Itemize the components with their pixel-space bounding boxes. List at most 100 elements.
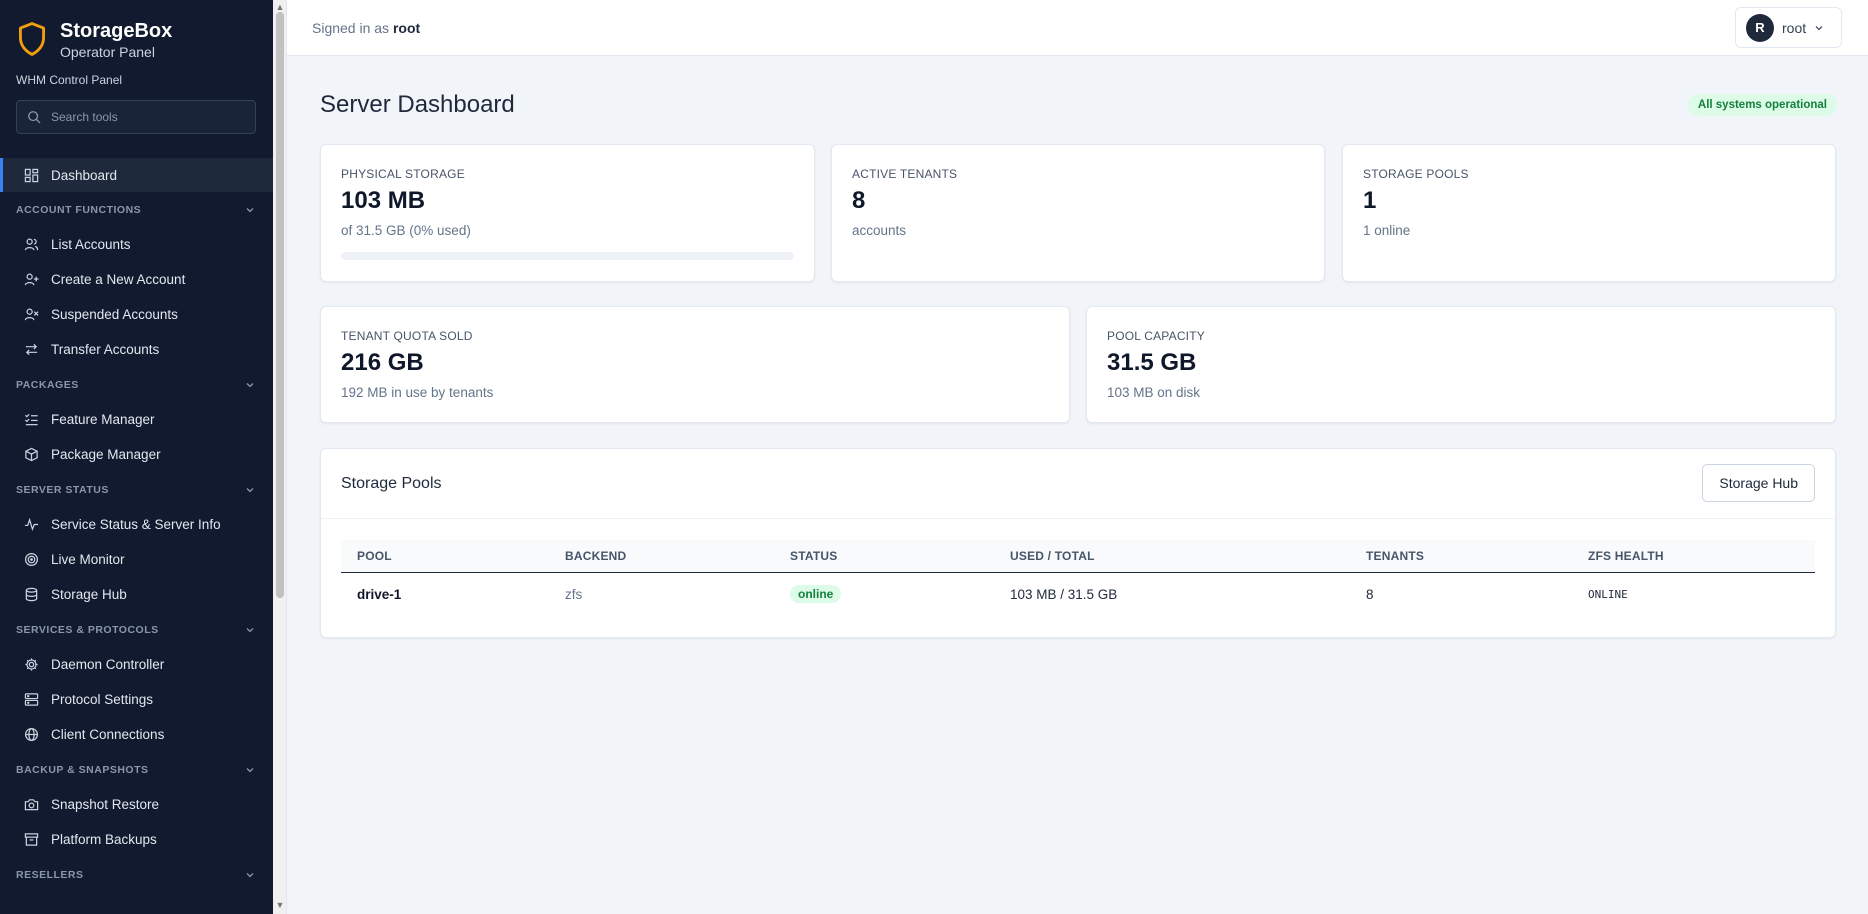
panel-tagline: WHM Control Panel [16,73,123,87]
signed-in-username: root [392,20,421,36]
search-box[interactable] [16,100,256,134]
section-resellers[interactable]: RESELLERS [0,857,273,892]
section-label: PACKAGES [16,378,79,391]
brand[interactable]: StorageBox Operator Panel [16,18,172,60]
chevron-down-icon [246,487,254,492]
storage-hub-button[interactable]: Storage Hub [1702,464,1815,502]
card-subtext: of 31.5 GB (0% used) [341,223,471,238]
sidebar-item-transfer-accounts[interactable]: Transfer Accounts [0,332,273,367]
sidebar-item-feature-manager[interactable]: Feature Manager [0,402,273,437]
section-account-functions[interactable]: ACCOUNT FUNCTIONS [0,192,273,227]
card-label: PHYSICAL STORAGE [341,167,465,181]
chevron-down-icon [246,382,254,387]
column-header-pool[interactable]: POOL [341,540,549,573]
dashboard-grid-icon [24,168,39,182]
sidebar-item-suspended-accounts[interactable]: Suspended Accounts [0,297,273,332]
database-icon [25,587,38,602]
chevron-down-icon [246,627,254,632]
sidebar-item-label: Daemon Controller [51,657,165,672]
sidebar-item-daemon-controller[interactable]: Daemon Controller [0,647,273,682]
sidebar-scrollbar[interactable]: ▲ ▼ [273,0,287,914]
section-services-protocols[interactable]: SERVICES & PROTOCOLS [0,612,273,647]
column-header-status[interactable]: STATUS [774,540,994,573]
checklist-icon [24,413,38,426]
chevron-down-icon [246,872,254,877]
activity-pulse-icon [24,517,39,532]
panel-title: Storage Pools [341,475,442,492]
globe-icon [24,727,39,742]
sidebar-item-storage-hub[interactable]: Storage Hub [0,577,273,612]
scroll-up-arrow-icon[interactable]: ▲ [275,2,285,12]
cell-pool[interactable]: drive-1 [341,572,549,616]
radar-icon [24,552,39,567]
card-value: 216 GB [341,349,424,376]
card-tenant-quota: TENANT QUOTA SOLD 216 GB 192 MB in use b… [320,306,1070,423]
card-value: 31.5 GB [1107,349,1197,376]
section-packages[interactable]: PACKAGES [0,367,273,402]
chevron-down-icon [246,207,254,212]
package-box-icon [25,447,38,462]
sidebar-item-service-status[interactable]: Service Status & Server Info [0,507,273,542]
card-pool-capacity: POOL CAPACITY 31.5 GB 103 MB on disk [1086,306,1836,423]
page-title: Server Dashboard [320,91,515,118]
sidebar-item-label: Suspended Accounts [51,307,178,322]
card-storage-pools: STORAGE POOLS 1 1 online [1342,144,1836,282]
sidebar-item-label: Service Status & Server Info [51,517,221,532]
storage-progress-bar [341,252,794,260]
section-label: ACCOUNT FUNCTIONS [16,203,142,216]
sidebar-item-label: Feature Manager [51,412,155,427]
sidebar-item-client-connections[interactable]: Client Connections [0,717,273,752]
card-active-tenants: ACTIVE TENANTS 8 accounts [831,144,1325,282]
avatar: R [1746,13,1774,42]
sidebar-item-label: Storage Hub [51,587,127,602]
scroll-down-arrow-icon[interactable]: ▼ [275,900,285,910]
column-header-used-total[interactable]: USED / TOTAL [994,540,1350,573]
section-server-status[interactable]: SERVER STATUS [0,472,273,507]
section-label: SERVER STATUS [16,483,109,496]
cell-backend: zfs [565,586,583,602]
sidebar-item-label: Platform Backups [51,832,157,847]
sidebar-item-create-account[interactable]: Create a New Account [0,262,273,297]
gear-icon [25,658,38,671]
column-header-zfs-health[interactable]: ZFS HEALTH [1572,540,1815,573]
column-header-backend[interactable]: BACKEND [549,540,774,573]
signed-in-text: Signed in as root [312,20,420,36]
sidebar-item-label: Client Connections [51,727,165,742]
section-backup-snapshots[interactable]: BACKUP & SNAPSHOTS [0,752,273,787]
pools-table: POOL BACKEND STATUS USED / TOTAL TENANTS… [341,540,1815,616]
table-row[interactable]: drive-1 zfs online 103 MB / 31.5 GB 8 ON… [341,572,1815,616]
sidebar-item-protocol-settings[interactable]: Protocol Settings [0,682,273,717]
sidebar-item-dashboard[interactable]: Dashboard [0,158,273,192]
sidebar-item-snapshot-restore[interactable]: Snapshot Restore [0,787,273,822]
sidebar-item-package-manager[interactable]: Package Manager [0,437,273,472]
card-value: 103 MB [341,187,426,214]
section-label: SERVICES & PROTOCOLS [16,623,159,636]
card-subtext: 103 MB on disk [1107,385,1201,400]
scrollbar-thumb[interactable] [276,12,284,598]
cell-tenants: 8 [1366,586,1374,602]
user-menu-name: root [1782,19,1807,36]
card-label: POOL CAPACITY [1107,329,1205,343]
table-header-row: POOL BACKEND STATUS USED / TOTAL TENANTS… [341,540,1815,573]
sidebar-item-live-monitor[interactable]: Live Monitor [0,542,273,577]
sidebar-item-label: Snapshot Restore [51,797,160,812]
sidebar-item-platform-backups[interactable]: Platform Backups [0,822,273,857]
sidebar-item-list-accounts[interactable]: List Accounts [0,227,273,262]
user-menu-button[interactable]: R root [1735,7,1842,48]
sidebar-item-label: Protocol Settings [51,692,154,707]
shield-logo-icon [19,22,45,56]
card-subtext: 192 MB in use by tenants [341,385,494,400]
card-value: 8 [852,187,866,214]
search-input[interactable] [51,110,251,124]
card-subtext: accounts [852,223,907,238]
column-header-tenants[interactable]: TENANTS [1350,540,1572,573]
status-badge: All systems operational [1687,94,1837,116]
cell-status: online [774,572,994,616]
card-label: STORAGE POOLS [1363,167,1469,181]
server-icon [24,693,39,706]
top-bar: Signed in as root R root [287,0,1868,56]
section-label: BACKUP & SNAPSHOTS [16,763,149,776]
sidebar-item-label: Create a New Account [51,272,186,287]
sidebar-item-label: Dashboard [51,167,118,183]
sidebar-item-label: Transfer Accounts [51,342,160,357]
